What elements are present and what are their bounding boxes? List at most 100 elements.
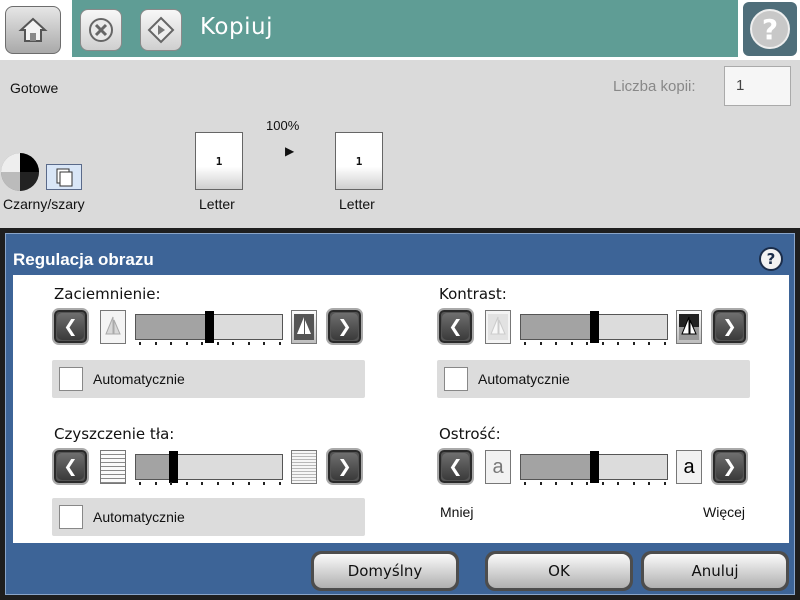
chevron-right-icon: ❯ bbox=[716, 453, 743, 480]
input-page-preview: 1 bbox=[195, 132, 243, 190]
tick-mark bbox=[139, 482, 141, 485]
copies-label: Liczba kopii: bbox=[613, 78, 696, 95]
tick-mark bbox=[216, 482, 219, 485]
chevron-right-icon: ❯ bbox=[331, 313, 358, 340]
sharpness-high-icon: a bbox=[676, 450, 702, 484]
background-cleanup-slider[interactable] bbox=[135, 451, 283, 483]
sharpness-slider[interactable] bbox=[520, 451, 668, 483]
tick-mark bbox=[648, 342, 651, 345]
home-button[interactable] bbox=[5, 6, 61, 54]
contrast-high-icon bbox=[676, 310, 702, 344]
help-button[interactable]: ? bbox=[743, 2, 797, 56]
tick-mark bbox=[586, 482, 589, 485]
background-cleanup-auto-label: Automatycznie bbox=[93, 509, 185, 525]
background-cleanup-increase-button[interactable]: ❯ bbox=[326, 448, 363, 485]
contrast-auto-option[interactable]: Automatycznie bbox=[437, 360, 750, 398]
background-cleanup-slider-thumb[interactable] bbox=[168, 451, 178, 483]
background-cleanup-decrease-button[interactable]: ❮ bbox=[52, 448, 89, 485]
chevron-left-icon: ❮ bbox=[442, 453, 469, 480]
output-size-label: Letter bbox=[339, 196, 375, 212]
tick-mark bbox=[201, 482, 204, 485]
help-icon: ? bbox=[750, 9, 790, 49]
tick-mark bbox=[555, 482, 558, 485]
tick-mark bbox=[154, 482, 157, 485]
sharpness-label: Ostrość: bbox=[439, 425, 501, 443]
tick-mark bbox=[247, 342, 250, 345]
zoom-level: 100% bbox=[266, 118, 300, 133]
tick-mark bbox=[232, 342, 235, 345]
background-cleanup-auto-checkbox[interactable] bbox=[59, 505, 83, 529]
cancel-button[interactable]: Anuluj bbox=[641, 551, 789, 591]
chevron-right-icon: ❯ bbox=[331, 453, 358, 480]
darkness-auto-checkbox[interactable] bbox=[59, 367, 83, 391]
tick-mark bbox=[216, 342, 219, 345]
dialog-title: Regulacja obrazu bbox=[13, 250, 154, 269]
contrast-label: Kontrast: bbox=[439, 285, 507, 303]
darkness-light-icon bbox=[100, 310, 126, 344]
tick-mark bbox=[539, 342, 542, 345]
darkness-auto-option[interactable]: Automatycznie bbox=[52, 360, 365, 398]
contrast-slider-thumb[interactable] bbox=[590, 311, 599, 343]
dialog-help-icon[interactable]: ? bbox=[759, 247, 783, 271]
tick-mark bbox=[524, 482, 526, 485]
darkness-auto-label: Automatycznie bbox=[93, 371, 185, 387]
tick-mark bbox=[617, 482, 620, 485]
copies-input[interactable]: 1 bbox=[724, 66, 791, 106]
play-arrow-icon: ▶ bbox=[285, 144, 295, 158]
stop-button[interactable] bbox=[80, 9, 122, 51]
sharpness-increase-button[interactable]: ❯ bbox=[711, 448, 748, 485]
darkness-label: Zaciemnienie: bbox=[54, 285, 161, 303]
tick-mark bbox=[247, 482, 250, 485]
color-mode-label: Czarny/szary bbox=[3, 196, 85, 212]
color-mode-icon[interactable] bbox=[0, 152, 40, 192]
tick-mark bbox=[539, 482, 542, 485]
darkness-increase-button[interactable]: ❯ bbox=[326, 308, 363, 345]
background-cleanup-low-icon bbox=[100, 450, 126, 484]
background-cleanup-ticks bbox=[135, 482, 283, 488]
dialog-body: Zaciemnienie: ❮ ❯ Automatycznie Kontrast… bbox=[13, 275, 789, 543]
sharpness-decrease-button[interactable]: ❮ bbox=[437, 448, 474, 485]
background-cleanup-high-icon bbox=[291, 450, 317, 484]
sharpness-slider-fill bbox=[521, 455, 594, 479]
start-button[interactable] bbox=[140, 9, 182, 51]
contrast-ticks bbox=[520, 342, 668, 348]
background-cleanup-auto-option[interactable]: Automatycznie bbox=[52, 498, 365, 536]
contrast-auto-checkbox[interactable] bbox=[444, 367, 468, 391]
tick-mark bbox=[555, 342, 558, 345]
tick-mark bbox=[279, 342, 281, 345]
contrast-decrease-button[interactable]: ❮ bbox=[437, 308, 474, 345]
darkness-decrease-button[interactable]: ❮ bbox=[52, 308, 89, 345]
darkness-slider[interactable] bbox=[135, 311, 283, 343]
contrast-low-icon bbox=[485, 310, 511, 344]
tick-mark bbox=[201, 342, 204, 345]
ok-button[interactable]: OK bbox=[485, 551, 633, 591]
darkness-slider-thumb[interactable] bbox=[205, 311, 214, 343]
contrast-auto-label: Automatycznie bbox=[478, 371, 570, 387]
tick-mark bbox=[570, 342, 573, 345]
tick-mark bbox=[232, 482, 235, 485]
tick-mark bbox=[601, 482, 604, 485]
chevron-left-icon: ❮ bbox=[57, 453, 84, 480]
sharpness-min-label: Mniej bbox=[440, 504, 474, 520]
sharpness-slider-thumb[interactable] bbox=[590, 451, 599, 483]
default-button[interactable]: Domyślny bbox=[311, 551, 459, 591]
chevron-right-icon: ❯ bbox=[716, 313, 743, 340]
sharpness-max-label: Więcej bbox=[703, 504, 746, 520]
top-bar: Kopiuj ? bbox=[0, 0, 800, 60]
input-page-count: 1 bbox=[215, 154, 223, 168]
default-button-label: Domyślny bbox=[314, 554, 456, 588]
contrast-slider[interactable] bbox=[520, 311, 668, 343]
tick-mark bbox=[263, 482, 266, 485]
stop-icon bbox=[89, 18, 113, 42]
ok-button-label: OK bbox=[488, 554, 630, 588]
input-size-label: Letter bbox=[199, 196, 235, 212]
dialog-frame: Regulacja obrazu ? Zaciemnienie: ❮ ❯ Aut… bbox=[0, 228, 800, 600]
tick-mark bbox=[524, 342, 526, 345]
page-title: Kopiuj bbox=[200, 14, 273, 40]
darkness-ticks bbox=[135, 342, 283, 348]
contrast-increase-button[interactable]: ❯ bbox=[711, 308, 748, 345]
darkness-slider-fill bbox=[136, 315, 209, 339]
tick-mark bbox=[664, 342, 666, 345]
tick-mark bbox=[570, 482, 573, 485]
home-icon bbox=[18, 17, 48, 42]
